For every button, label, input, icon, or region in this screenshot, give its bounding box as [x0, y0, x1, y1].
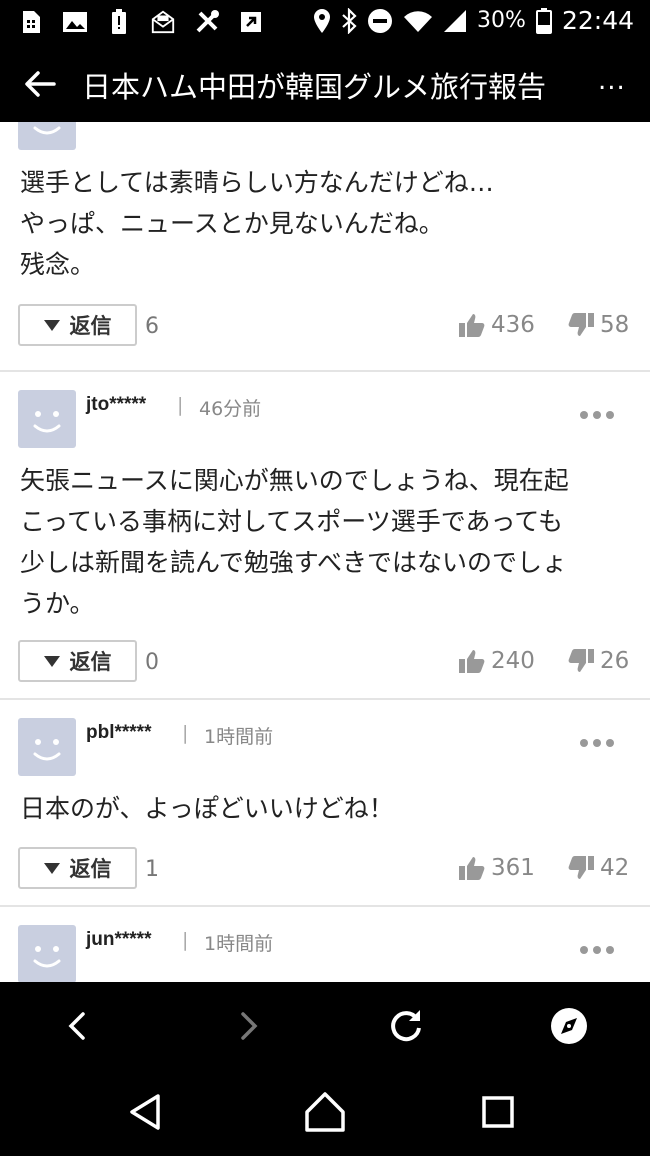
recents-icon[interactable] — [476, 1090, 520, 1134]
username[interactable]: jun***** — [86, 929, 151, 951]
timestamp: 1時間前 — [204, 726, 274, 748]
dislike-button[interactable]: 26 — [568, 648, 629, 674]
dislike-count: 26 — [600, 648, 630, 674]
more-options-icon[interactable] — [580, 404, 620, 419]
comment-body: 日本のが、よっぽどいいけどね！ — [20, 788, 630, 829]
comment-line: 矢張ニュースに関心が無いのでしょうね、現在起 — [20, 466, 569, 495]
back-icon[interactable] — [56, 1004, 100, 1048]
thumbs-down-icon — [568, 856, 594, 879]
image-icon — [62, 8, 88, 36]
more-options-icon[interactable] — [580, 939, 620, 954]
comment-line: 選手としては素晴らしい方なんだけどね… — [20, 168, 494, 197]
page-title: 日本ハム中田が韓国グルメ旅行報告 — [82, 70, 547, 104]
back-arrow-icon[interactable] — [22, 66, 58, 102]
dislike-count: 58 — [600, 312, 630, 338]
reply-count: 1 — [145, 857, 159, 882]
comment-line: うか。 — [20, 589, 95, 618]
wifi-icon — [404, 10, 433, 32]
username[interactable]: jto***** — [86, 394, 146, 416]
comment-body: 矢張ニュースに関心が無いのでしょうね、現在起 こっている事柄に対してスポーツ選手… — [20, 460, 630, 624]
separator: | — [182, 929, 189, 951]
status-bar: 30% 22:44 — [0, 0, 650, 46]
reply-label: 返信 — [69, 650, 112, 674]
thumbs-down-icon — [568, 649, 594, 672]
comment-item: jto***** | 46分前 矢張ニュースに関心が無いのでしょうね、現在起 こ… — [0, 372, 650, 700]
system-status: 30% 22:44 — [313, 6, 634, 35]
like-count: 361 — [491, 855, 535, 881]
like-button[interactable]: 436 — [459, 312, 535, 338]
dislike-button[interactable]: 42 — [568, 855, 629, 881]
thumbs-up-icon — [459, 650, 485, 673]
username[interactable]: pbl***** — [86, 722, 151, 744]
avatar — [18, 925, 76, 982]
comment-line: 日本のが、よっぽどいいけどね！ — [20, 794, 394, 823]
separator: | — [177, 394, 184, 416]
reply-count: 0 — [145, 650, 159, 675]
thumbs-up-icon — [459, 857, 485, 880]
comment-line: 残念。 — [20, 250, 96, 279]
do-not-disturb-icon — [368, 8, 393, 33]
reply-count: 6 — [145, 314, 159, 339]
avatar — [18, 718, 76, 776]
comment-line: やっぱ、ニュースとか見ないんだね。 — [20, 209, 444, 238]
comment-body: 選手としては素晴らしい方なんだけどね… やっぱ、ニュースとか見ないんだね。 残念… — [20, 162, 630, 285]
clock: 22:44 — [561, 6, 634, 35]
forward-icon[interactable] — [226, 1004, 270, 1048]
comment-list: 選手としては素晴らしい方なんだけどね… やっぱ、ニュースとか見ないんだね。 残念… — [0, 122, 650, 982]
notification-icons — [18, 8, 264, 36]
reply-button[interactable]: 返信 — [18, 304, 137, 346]
comment-line: こっている事柄に対してスポーツ選手であっても — [20, 507, 564, 536]
tools-icon — [194, 8, 220, 36]
battery-alert-icon — [106, 8, 132, 36]
battery-percent: 30% — [477, 8, 526, 33]
avatar — [18, 390, 76, 448]
system-nav-bar — [0, 1068, 650, 1156]
nav-back-icon[interactable] — [124, 1090, 168, 1134]
like-button[interactable]: 361 — [459, 855, 535, 881]
avatar — [18, 122, 76, 150]
like-count: 436 — [491, 312, 535, 338]
separator: | — [182, 722, 189, 744]
dislike-button[interactable]: 58 — [568, 312, 629, 338]
signal-icon — [444, 9, 467, 32]
thumbs-down-icon — [568, 313, 594, 336]
timestamp: 46分前 — [199, 398, 262, 420]
reply-button[interactable]: 返信 — [18, 847, 137, 889]
export-icon — [238, 8, 264, 36]
compass-icon[interactable] — [547, 1004, 591, 1048]
like-count: 240 — [491, 648, 535, 674]
dislike-count: 42 — [600, 855, 630, 881]
timestamp: 1時間前 — [204, 933, 274, 955]
reply-label: 返信 — [69, 314, 112, 338]
more-options-icon[interactable] — [580, 732, 620, 747]
inbox-icon — [150, 8, 176, 36]
browser-toolbar — [0, 982, 650, 1068]
reload-icon[interactable] — [384, 1004, 428, 1048]
chevron-down-icon — [43, 655, 60, 667]
reply-label: 返信 — [69, 857, 112, 881]
comment-item: pbl***** | 1時間前 日本のが、よっぽどいいけどね！ 返信 1 361… — [0, 700, 650, 907]
comment-item: jun***** | 1時間前 — [0, 907, 650, 982]
like-button[interactable]: 240 — [459, 648, 535, 674]
location-icon — [314, 8, 331, 33]
comment-line: 少しは新聞を読んで勉強すべきではないのでしょ — [20, 548, 568, 577]
comment-item: 選手としては素晴らしい方なんだけどね… やっぱ、ニュースとか見ないんだね。 残念… — [0, 122, 650, 372]
reply-button[interactable]: 返信 — [18, 640, 137, 682]
overflow-menu[interactable]: ... — [598, 66, 626, 96]
thumbs-up-icon — [459, 314, 485, 337]
sim-card-icon — [18, 8, 44, 36]
chevron-down-icon — [43, 862, 60, 874]
bluetooth-icon — [342, 7, 357, 34]
app-header: 日本ハム中田が韓国グルメ旅行報告 ... — [0, 46, 650, 122]
chevron-down-icon — [43, 319, 60, 331]
home-icon[interactable] — [303, 1090, 347, 1134]
battery-icon — [535, 7, 552, 34]
